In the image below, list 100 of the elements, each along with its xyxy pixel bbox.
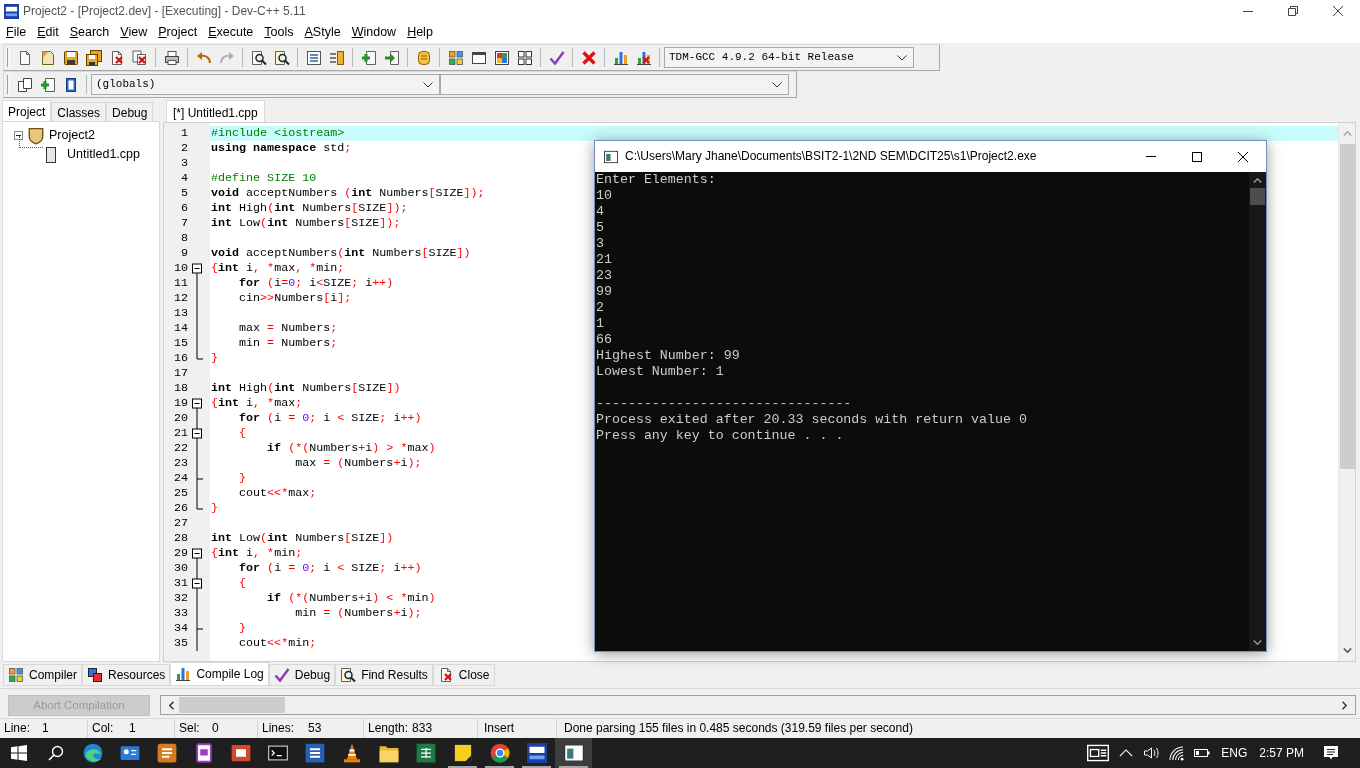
console-output-line: 66 [596,332,612,348]
code-line: #define SIZE 10 [211,171,317,185]
menu-item[interactable]: Search [64,23,116,42]
horizontal-scrollbar[interactable] [160,695,1356,715]
taskbar-button[interactable] [555,738,592,768]
caret-down-icon [423,81,433,88]
minimize-icon [1242,10,1253,12]
bar-chart-cross-icon [635,49,652,66]
search-glass-icon [47,745,64,761]
code-line: {int i, *max, *min; [211,261,345,275]
scroll-thumb[interactable] [1250,188,1265,205]
panel-tab[interactable]: Find Results [335,664,433,686]
check-icon [548,49,565,66]
x-mark-icon [580,49,597,66]
arrow-left-icon [169,700,174,710]
menu-item[interactable]: View [115,23,154,42]
console-output-line: Lowest Number: 1 [596,364,724,380]
status-label: Line: [4,721,31,736]
line-number: 18 [173,381,188,396]
undo-arrow-icon [195,49,212,66]
page-magnifier-icon [273,49,290,66]
restore-icon [1287,6,1298,16]
app-logo-icon [4,3,19,19]
panel-tab[interactable]: Debug [106,102,154,121]
console-output-line: 1 [596,316,604,332]
scroll-thumb[interactable] [1339,144,1355,469]
line-number: 30 [173,561,188,576]
page-plus-icon [39,76,56,93]
sticky-note-icon [452,743,473,763]
line-number: 7 [181,216,188,231]
window-title: Project2 - [Project2.dev] - [Executing] - Dev-C++ 5.11 [23,3,306,19]
vertical-scrollbar[interactable] [1338,123,1355,661]
search-icon [250,49,267,66]
menu-item[interactable]: Project [153,23,204,42]
code-line: int Low(int Numbers[SIZE]); [211,216,401,230]
code-line: max = Numbers; [238,321,338,335]
line-number: 11 [173,276,188,291]
line-number: 21 [173,426,188,441]
close-icon [1238,151,1248,162]
compiler-dropdown[interactable]: TDM-GCC 4.9.2 64-bit Release [664,47,914,68]
file-icon [43,146,59,163]
dropdown-field[interactable] [440,74,789,95]
line-number: 1 [181,126,188,141]
console-output-line: 99 [596,284,612,300]
arrow-down-icon [1342,648,1352,653]
line-number: 19 [173,396,188,411]
scope-dropdown[interactable]: (globals) [91,74,440,95]
console-title: C:\Users\Mary Jhane\Documents\BSIT2-1\2ND SEM\DCIT25\s1\Project2.exe [625,149,1037,164]
console-output-line: 5 [596,220,604,236]
code-line: if (*(Numbers+i) > *max) [266,441,436,455]
code-line: using namespace std; [211,141,352,155]
folded-page-icon [39,49,56,66]
menu-item[interactable]: File [1,23,33,42]
panel-tab[interactable]: Close [432,664,495,686]
console-output-line: 21 [596,252,612,268]
line-number: 3 [181,156,188,171]
panel-tab[interactable]: Compiler [3,664,82,686]
language-indicator[interactable]: ENG [1215,738,1254,768]
code-line: int High(int Numbers[SIZE]) [211,381,401,395]
line-number: 17 [173,366,188,381]
panel-tab[interactable]: Classes [51,102,107,121]
scroll-thumb[interactable] [179,697,285,713]
code-line: cout<<*max; [238,486,317,500]
menu-item[interactable]: Execute [203,23,260,42]
line-number: 9 [181,246,188,261]
menu-item[interactable]: AStyle [299,23,347,42]
line-number: 14 [173,321,188,336]
code-line: min = (Numbers+i); [294,606,422,620]
editor-tab[interactable]: [*] Untitled1.cpp [166,100,265,122]
line-number: 23 [173,456,188,471]
panel-tab[interactable]: Debug [268,664,336,686]
tree-item[interactable]: Untitled1.cpp [67,147,140,162]
line-number: 26 [173,501,188,516]
menu-item[interactable]: Tools [259,23,300,42]
status-value: 833 [412,721,433,736]
caret-down-icon [897,54,907,61]
app-logo-icon [526,743,547,763]
grid-icon [516,49,533,66]
console-output-line: 23 [596,268,612,284]
crest-icon [27,126,45,145]
line-number: 15 [173,336,188,351]
menu-item[interactable]: Window [346,23,403,42]
code-line: void acceptNumbers (int Numbers[SIZE]); [211,186,485,200]
tree-item[interactable]: Project2 [49,128,95,143]
status-value: 0 [212,721,219,736]
status-label: Col: [92,721,114,736]
panel-tab[interactable]: Compile Log [170,662,269,686]
stacked-squares-icon [87,667,103,683]
notification-icon [1323,745,1339,761]
menu-item[interactable]: Edit [32,23,65,42]
status-value: 1 [129,721,136,736]
panel-tab[interactable]: Resources [82,664,171,686]
clock[interactable]: 2:57 PM [1253,738,1310,768]
line-number: 31 [173,576,188,591]
folder-icon [378,743,399,763]
console-scrollbar[interactable] [1249,172,1266,651]
panel-tab[interactable]: Project [2,100,52,121]
menu-item[interactable]: Help [402,23,439,42]
colored-squares-icon [8,667,24,683]
tree-line [19,136,43,148]
